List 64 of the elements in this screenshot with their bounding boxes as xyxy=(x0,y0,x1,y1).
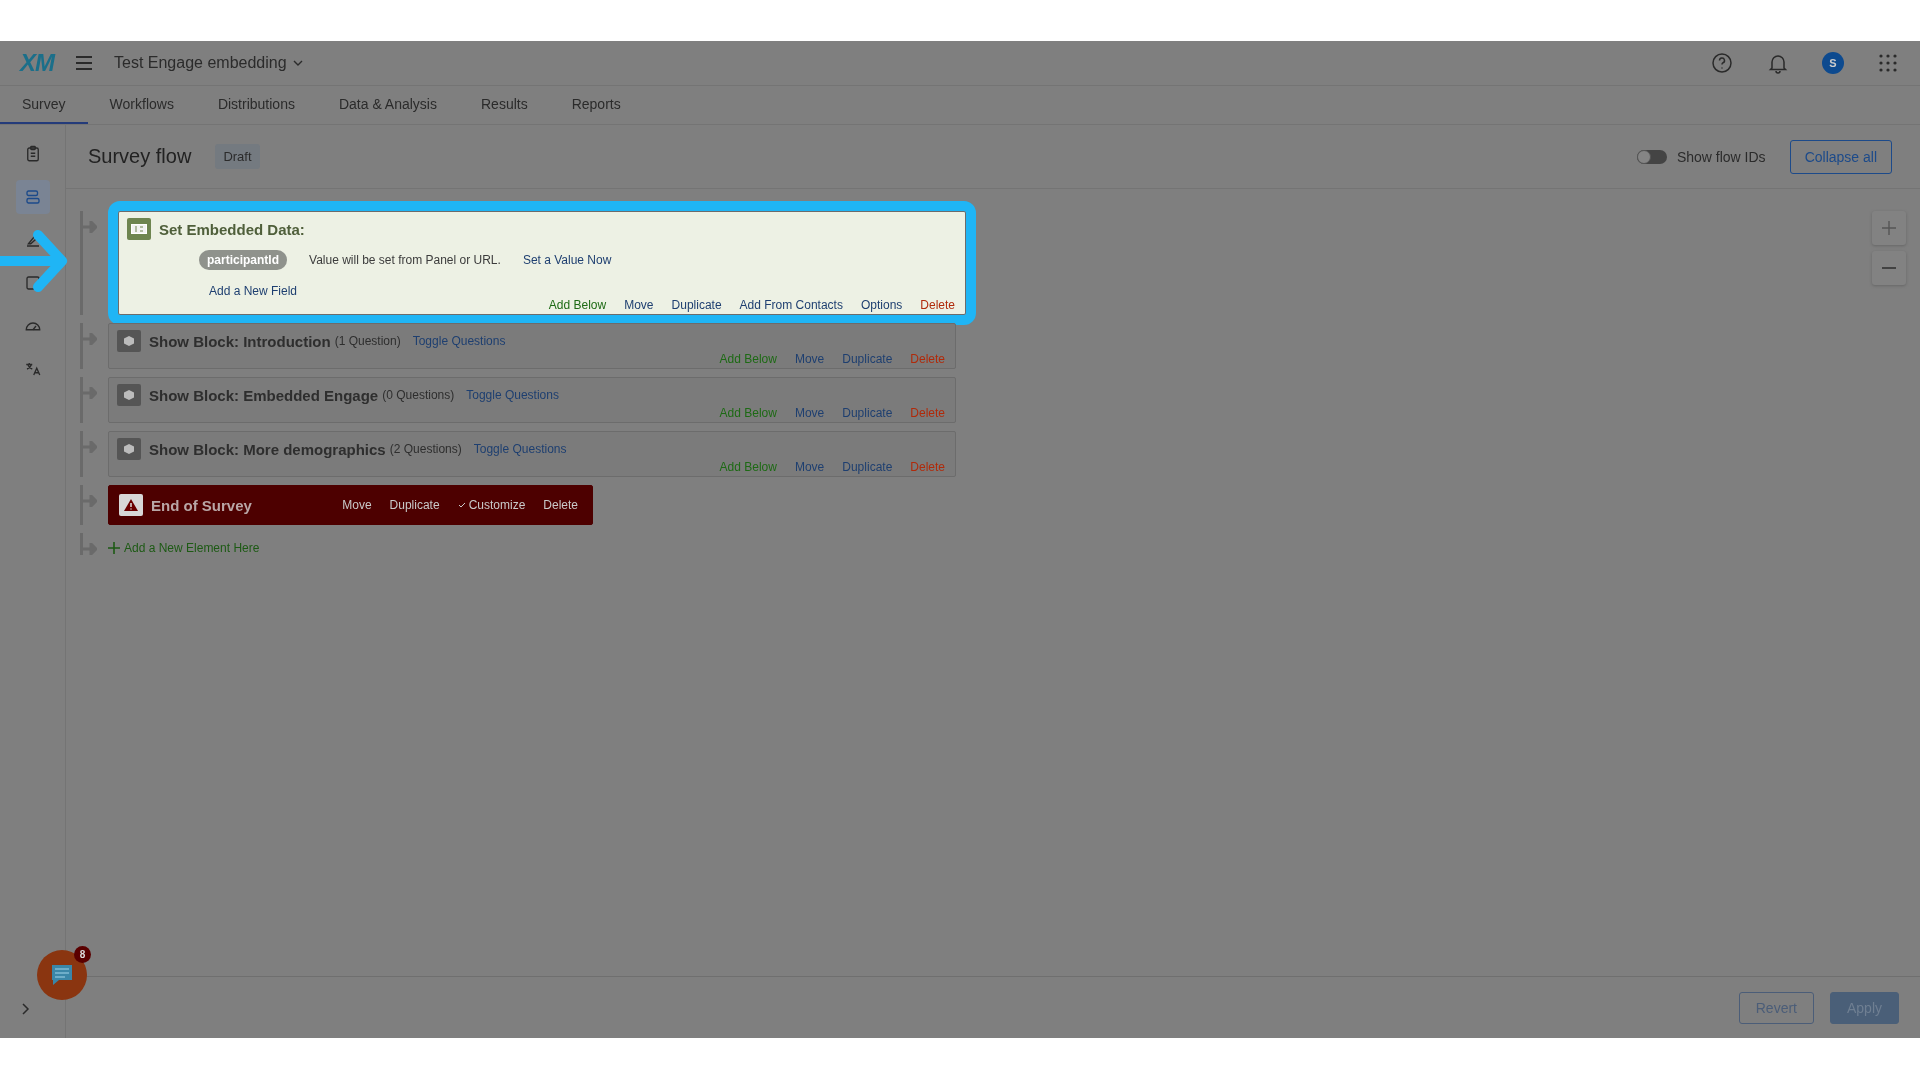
element-action-link[interactable]: Move xyxy=(342,498,372,512)
toggle-questions-link[interactable]: Toggle Questions xyxy=(473,442,567,456)
element-action-link[interactable]: Add Below xyxy=(548,298,607,312)
toggle-switch[interactable] xyxy=(1636,149,1667,164)
nav-tab[interactable]: Workflows xyxy=(87,86,196,124)
plus-icon xyxy=(108,542,120,554)
add-field-link[interactable]: Add a New Field xyxy=(209,284,298,298)
element-action-link[interactable]: Duplicate xyxy=(842,406,893,420)
element-action-link[interactable]: Add From Contacts xyxy=(739,298,843,312)
element-action-link[interactable]: Move xyxy=(794,352,825,366)
chat-bubble-icon xyxy=(49,963,75,987)
zoom-out-button[interactable] xyxy=(1872,251,1906,285)
element-action-link[interactable]: Customize xyxy=(457,498,526,512)
flow-icon xyxy=(23,188,42,206)
element-action-link[interactable]: Move xyxy=(794,460,825,474)
question-count: (1 Question) xyxy=(334,334,401,348)
chevron-right-icon xyxy=(22,1003,30,1015)
element-title: Show Block: Introduction xyxy=(149,332,331,350)
square-icon xyxy=(23,274,42,292)
nav-tab[interactable]: Data & Analysis xyxy=(316,86,459,124)
status-badge: Draft xyxy=(215,144,260,169)
warning-icon xyxy=(119,494,143,516)
toggle-label: Show flow IDs xyxy=(1676,148,1766,165)
block-icon xyxy=(117,384,141,406)
translate-icon xyxy=(23,360,42,378)
element-action-link[interactable]: Options xyxy=(860,298,903,312)
nav-tab[interactable]: Distributions xyxy=(195,86,317,124)
project-dropdown[interactable]: Test Engage embedding xyxy=(114,54,303,72)
element-title: Show Block: More demographics xyxy=(149,440,386,458)
element-title: Set Embedded Data: xyxy=(159,220,305,238)
toggle-questions-link[interactable]: Toggle Questions xyxy=(466,388,559,402)
element-action-link[interactable]: Duplicate xyxy=(389,498,440,512)
sidebar-button[interactable] xyxy=(15,180,50,214)
element-action-link[interactable]: Move xyxy=(794,406,825,420)
element-title: Show Block: Embedded Engage xyxy=(149,386,379,404)
add-element-link[interactable]: Add a New Element Here xyxy=(108,541,260,555)
set-value-link[interactable]: Set a Value Now xyxy=(522,253,612,267)
element-action-link[interactable]: Duplicate xyxy=(671,298,722,312)
user-avatar[interactable]: S xyxy=(1822,52,1844,74)
help-icon[interactable] xyxy=(1710,51,1734,75)
element-action-link[interactable]: Duplicate xyxy=(842,352,893,366)
field-value-text: Value will be set from Panel or URL. xyxy=(309,253,501,267)
chevron-down-icon xyxy=(292,60,303,66)
plus-icon xyxy=(1881,220,1897,236)
block-icon xyxy=(117,330,141,352)
nav-tab[interactable]: Reports xyxy=(549,86,643,124)
nav-tab[interactable]: Results xyxy=(459,86,550,124)
element-title: End of Survey xyxy=(151,496,252,514)
element-action-link[interactable]: Delete xyxy=(543,498,578,512)
element-action-link[interactable]: Delete xyxy=(920,298,955,312)
block-icon xyxy=(117,438,141,460)
embedded-data-icon xyxy=(127,218,151,240)
page-title: Survey flow xyxy=(88,145,192,168)
field-name-chip: participantId xyxy=(199,250,287,270)
collapse-all-button[interactable]: Collapse all xyxy=(1789,139,1892,174)
element-action-link[interactable]: Duplicate xyxy=(842,460,893,474)
nav-tab[interactable]: Survey xyxy=(0,86,88,124)
element-action-link[interactable]: Move xyxy=(624,298,654,312)
question-count: (0 Questions) xyxy=(382,388,455,402)
toggle-questions-link[interactable]: Toggle Questions xyxy=(412,334,506,348)
notification-badge: 8 xyxy=(74,946,91,963)
minus-icon xyxy=(1882,267,1896,269)
question-count: (2 Questions) xyxy=(389,442,462,456)
check-icon xyxy=(457,502,466,508)
